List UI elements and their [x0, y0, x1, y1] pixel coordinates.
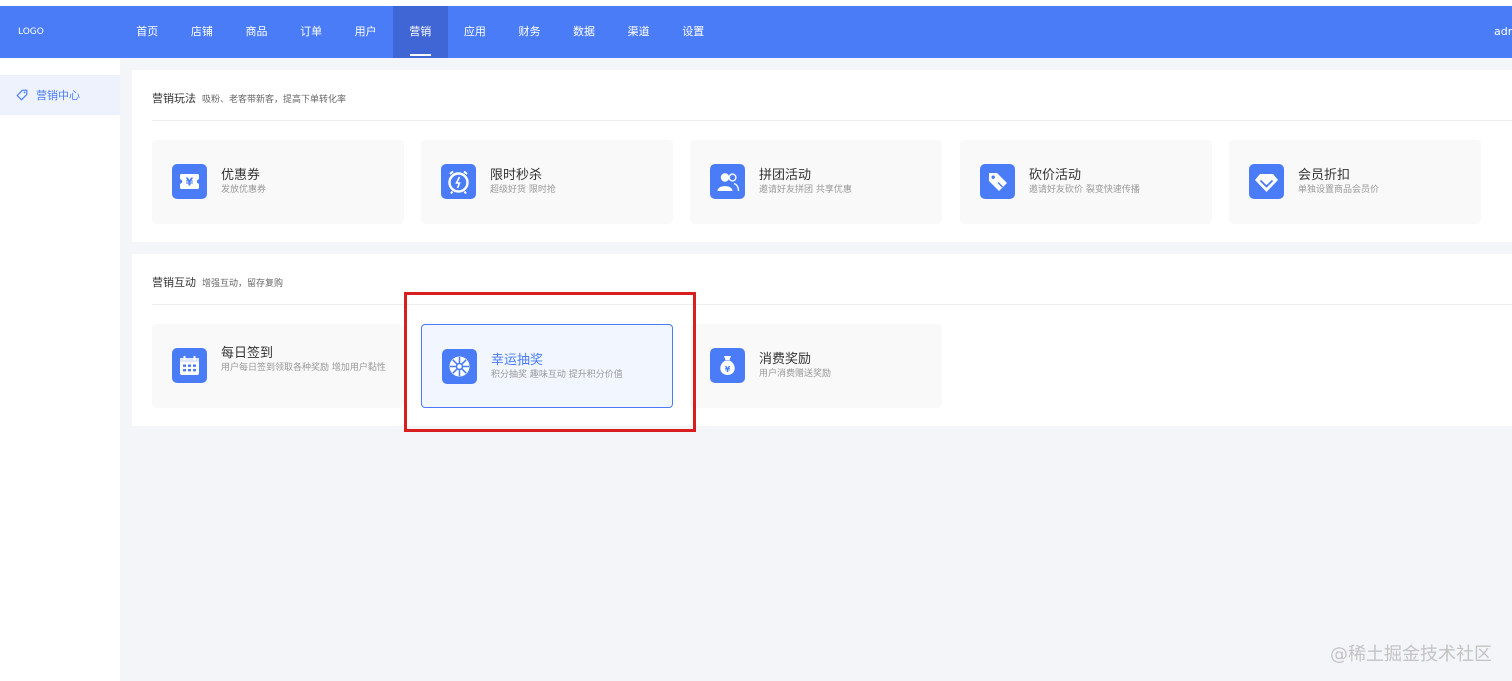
card-coupon[interactable]: ¥ 优惠券 发放优惠券	[152, 140, 404, 224]
sidebar: 营销中心	[0, 58, 120, 681]
section-title: 营销玩法 吸粉、老客带新客，提高下单转化率	[152, 90, 346, 106]
nav-item-settings[interactable]: 设置	[666, 6, 721, 58]
card-bargain[interactable]: 砍价活动 邀请好友砍价 裂变快速传播	[960, 140, 1212, 224]
main-content: 营销玩法 吸粉、老客带新客，提高下单转化率 ¥ 优惠券 发放优惠券 限时秒杀 超级…	[120, 58, 1512, 681]
card-title: 砍价活动	[1029, 168, 1082, 183]
diamond-icon	[1249, 164, 1284, 199]
card-title: 消费奖励	[759, 352, 812, 367]
card-description: 邀请好友拼团 共享优惠	[759, 185, 852, 195]
nav-item-apps[interactable]: 应用	[448, 6, 503, 58]
card-title: 拼团活动	[759, 168, 812, 183]
nav-item-orders[interactable]: 订单	[284, 6, 339, 58]
section-subtitle: 吸粉、老客带新客，提高下单转化率	[202, 95, 347, 105]
nav-item-data[interactable]: 数据	[557, 6, 612, 58]
card-description: 邀请好友砍价 裂变快速传播	[1029, 185, 1140, 195]
svg-text:¥: ¥	[186, 176, 194, 189]
card-member-discount[interactable]: 会员折扣 单独设置商品会员价	[1229, 140, 1481, 224]
card-title: 限时秒杀	[490, 168, 543, 183]
card-title: 会员折扣	[1298, 168, 1351, 183]
card-title: 每日签到	[221, 346, 274, 361]
logo[interactable]: LOGO	[18, 6, 44, 58]
user-account-name[interactable]: adr	[1494, 6, 1512, 58]
card-description: 超级好货 限时抢	[490, 185, 556, 195]
nav-item-marketing[interactable]: 营销	[392, 6, 448, 58]
section-divider	[152, 304, 1512, 305]
svg-text:¥: ¥	[725, 365, 731, 374]
nav-item-finance[interactable]: 财务	[502, 6, 557, 58]
card-group-buy[interactable]: 拼团活动 邀请好友拼团 共享优惠	[690, 140, 942, 224]
section-title-text: 营销玩法	[152, 92, 196, 105]
alarm-clock-icon	[441, 164, 476, 199]
card-description: 单独设置商品会员价	[1298, 185, 1380, 195]
nav-item-users[interactable]: 用户	[338, 6, 393, 58]
card-title: 优惠券	[221, 168, 261, 183]
sidebar-item-label: 营销中心	[36, 89, 80, 102]
watermark: @稀土掘金技术社区	[1330, 644, 1492, 665]
nav-item-home[interactable]: 首页	[120, 6, 175, 58]
sidebar-item-marketing-center[interactable]: 营销中心	[0, 75, 120, 115]
calendar-icon	[172, 348, 207, 383]
section-title: 营销互动 增强互动，留存复购	[152, 274, 283, 290]
group-users-icon	[710, 164, 745, 199]
nav-item-products[interactable]: 商品	[229, 6, 284, 58]
card-daily-checkin[interactable]: 每日签到 用户每日签到领取各种奖励 增加用户黏性	[152, 324, 404, 408]
marketing-methods-section: 营销玩法 吸粉、老客带新客，提高下单转化率 ¥ 优惠券 发放优惠券 限时秒杀 超级…	[132, 70, 1512, 242]
nav-item-channels[interactable]: 渠道	[611, 6, 666, 58]
card-description: 用户消费赠送奖励	[759, 369, 832, 379]
card-consumption-reward[interactable]: ¥ 消费奖励 用户消费赠送奖励	[690, 324, 942, 408]
card-description: 发放优惠券	[221, 185, 267, 195]
coupon-icon: ¥	[172, 164, 207, 199]
nav-item-store[interactable]: 店铺	[175, 6, 230, 58]
card-description: 用户每日签到领取各种奖励 增加用户黏性	[221, 363, 386, 373]
section-title-text: 营销互动	[152, 276, 196, 289]
highlight-annotation-box	[404, 292, 696, 432]
section-subtitle: 增强互动，留存复购	[202, 279, 284, 289]
top-navigation-bar: LOGO 首页 店铺 商品 订单 用户 营销 应用 财务 数据 渠道 设置 ad…	[0, 6, 1512, 58]
marketing-interaction-section: 营销互动 增强互动，留存复购 每日签到 用户每日签到领取各种奖励 增加用户黏性 幸…	[132, 254, 1512, 426]
section-divider	[152, 120, 1512, 121]
money-bag-icon: ¥	[710, 348, 745, 383]
price-tag-icon	[980, 164, 1015, 199]
card-flash-sale[interactable]: 限时秒杀 超级好货 限时抢	[421, 140, 673, 224]
tag-icon	[16, 89, 28, 101]
main-nav: 首页 店铺 商品 订单 用户 营销 应用 财务 数据 渠道 设置	[120, 6, 721, 58]
